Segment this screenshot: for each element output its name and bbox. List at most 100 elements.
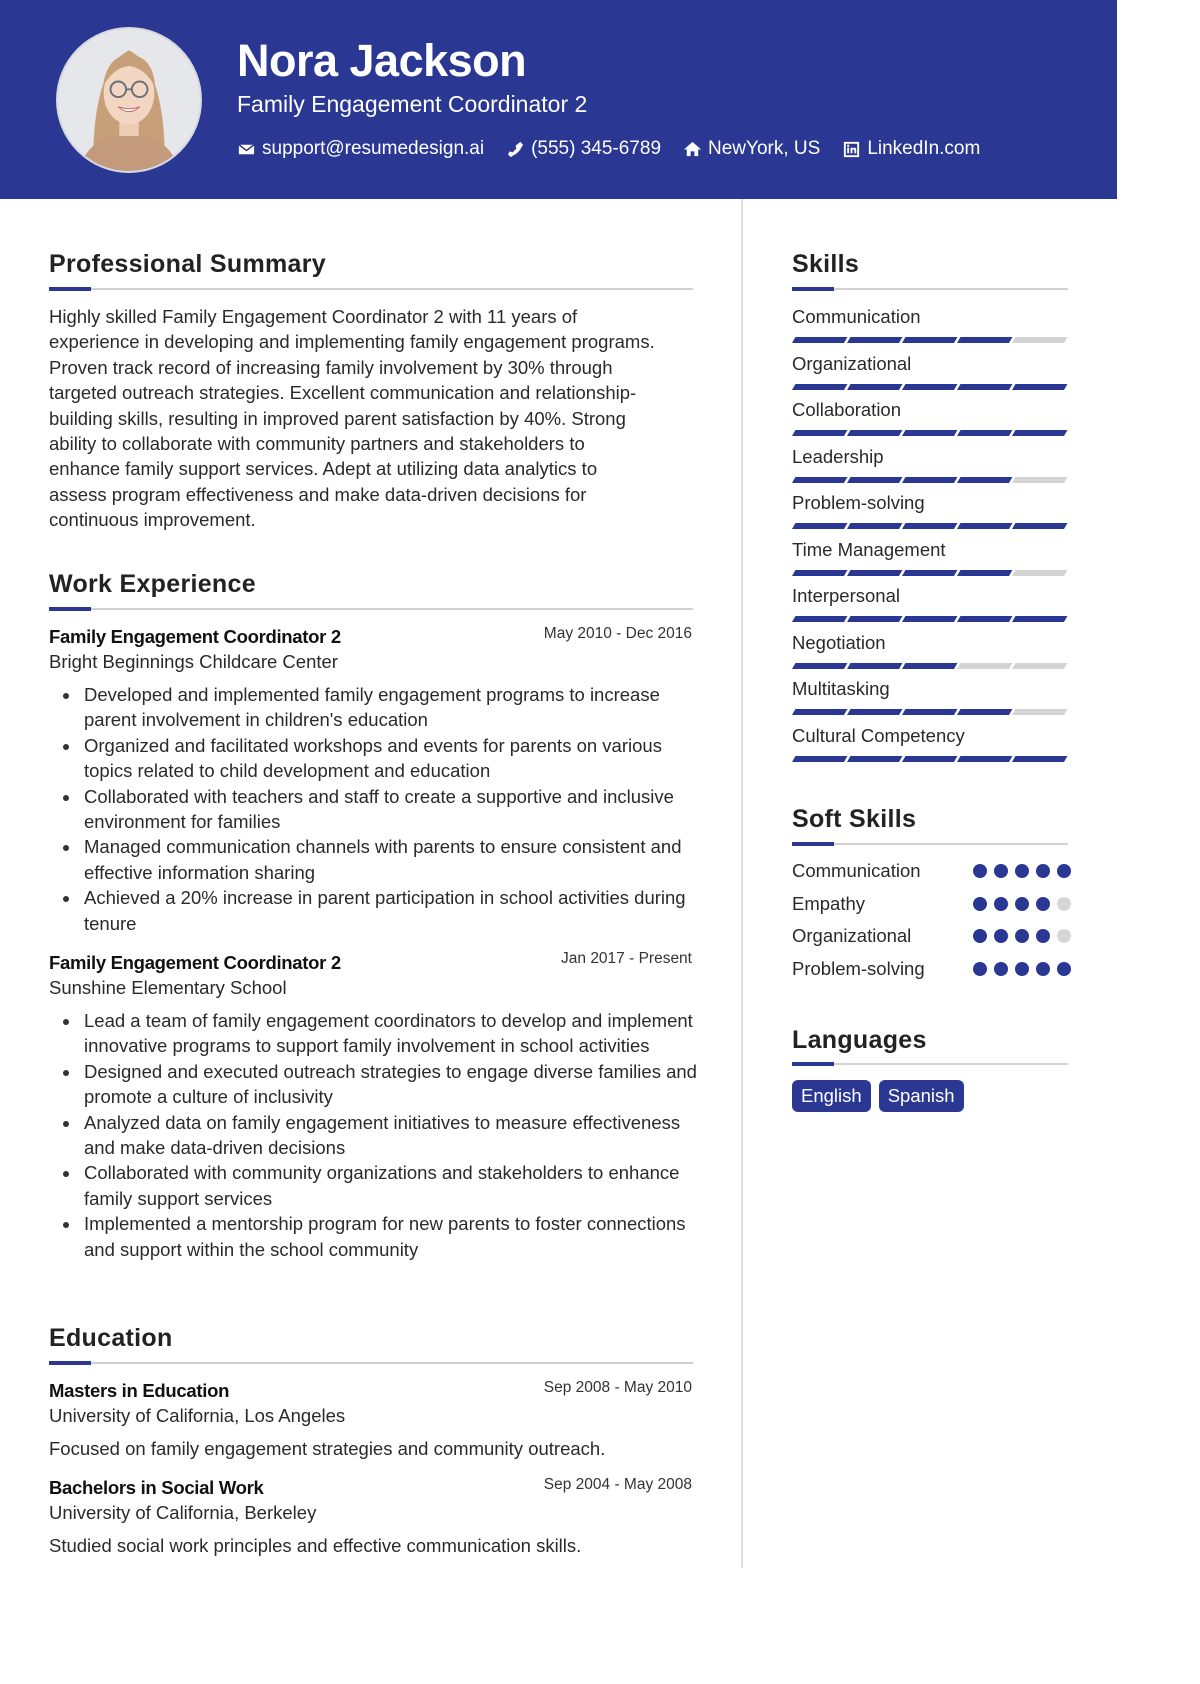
skill-segment-filled bbox=[847, 430, 903, 436]
rating-dot-filled bbox=[1036, 864, 1050, 878]
skill-segment-filled bbox=[792, 383, 848, 390]
skill-segment-filled bbox=[957, 476, 1013, 483]
soft-skill-name: Problem-solving bbox=[792, 958, 925, 980]
skill-segment-filled bbox=[792, 755, 848, 762]
job-bullets: Lead a team of family engagement coordin… bbox=[49, 1008, 709, 1262]
rating-dot-filled bbox=[973, 962, 987, 977]
job-dates: Jan 2017 - Present bbox=[561, 950, 692, 967]
summary-line: continuous improvement. bbox=[49, 509, 256, 531]
job-bullet: Developed and implemented family engagem… bbox=[49, 682, 709, 733]
skill-segment-filled bbox=[847, 709, 903, 715]
job-bullet: Managed communication channels with pare… bbox=[49, 834, 709, 885]
skill-segment-filled bbox=[847, 337, 903, 343]
rating-dot-filled bbox=[1057, 962, 1071, 977]
language-badge: Spanish bbox=[878, 1080, 964, 1112]
skill-segment-empty bbox=[1012, 476, 1068, 483]
summary-line: Highly skilled Family Engagement Coordin… bbox=[49, 306, 578, 327]
skill-segment-filled bbox=[1012, 616, 1068, 622]
skill-name: Negotiation bbox=[792, 631, 886, 653]
skill-segment-filled bbox=[792, 476, 848, 483]
job-bullet: Achieved a 20% increase in parent partic… bbox=[49, 885, 709, 936]
summary-line: Proven track record of increasing family… bbox=[49, 356, 613, 378]
skill-segment-filled bbox=[902, 755, 958, 762]
experience-accent bbox=[49, 607, 91, 611]
skill-segment-filled bbox=[792, 337, 848, 343]
soft-skills-heading: Soft Skills bbox=[792, 805, 917, 833]
skill-segment-filled bbox=[1012, 430, 1068, 436]
skill-segment-empty bbox=[1012, 662, 1068, 669]
rating-dot-filled bbox=[1036, 929, 1050, 944]
contact-email[interactable]: support@resumedesign.ai bbox=[237, 137, 484, 161]
skill-level-bar bbox=[792, 616, 1068, 622]
languages-list: English Spanish bbox=[792, 1080, 972, 1112]
skill-segment-filled bbox=[847, 616, 903, 622]
skill-name: Time Management bbox=[792, 538, 946, 560]
rating-dot-empty bbox=[1057, 896, 1071, 911]
rating-dot-filled bbox=[1036, 962, 1050, 977]
skill-level-bar bbox=[792, 755, 1068, 762]
skill-name: Multitasking bbox=[792, 678, 890, 699]
skill-segment-filled bbox=[1012, 523, 1068, 529]
skill-segment-filled bbox=[902, 337, 958, 343]
skill-segment-filled bbox=[957, 569, 1013, 576]
skill-segment-filled bbox=[902, 616, 958, 622]
skill-name: Collaboration bbox=[792, 399, 902, 420]
skill-name: Organizational bbox=[792, 352, 912, 374]
home-icon bbox=[683, 141, 702, 156]
candidate-role: Family Engagement Coordinator 2 bbox=[237, 91, 588, 117]
language-badge: English bbox=[792, 1080, 871, 1112]
skill-segment-filled bbox=[902, 476, 958, 483]
skills-heading: Skills bbox=[792, 250, 860, 278]
rating-dot-filled bbox=[973, 896, 987, 911]
skill-segment-filled bbox=[847, 523, 903, 529]
job-bullet: Lead a team of family engagement coordin… bbox=[49, 1008, 709, 1059]
languages-accent bbox=[792, 1062, 834, 1066]
job-bullet: Collaborated with teachers and staff to … bbox=[49, 784, 709, 835]
summary-line: assess program effectiveness and make da… bbox=[49, 483, 587, 505]
soft-skills-accent bbox=[792, 842, 834, 846]
skill-segment-filled bbox=[792, 662, 848, 669]
degree-dates: Sep 2008 - May 2010 bbox=[543, 1379, 692, 1396]
education-accent bbox=[49, 1361, 91, 1365]
contact-email-text: support@resumedesign.ai bbox=[262, 138, 485, 159]
skill-segment-filled bbox=[792, 569, 848, 576]
skill-level-bar bbox=[792, 569, 1068, 576]
skill-level-bar bbox=[792, 662, 1068, 669]
skill-segment-empty bbox=[1012, 709, 1068, 715]
rating-dot-filled bbox=[973, 864, 987, 878]
contact-phone[interactable]: (555) 345-6789 bbox=[506, 137, 661, 161]
soft-skill-rating bbox=[973, 864, 1078, 878]
education-rule bbox=[49, 1362, 693, 1364]
degree-title: Bachelors in Social Work bbox=[49, 1477, 264, 1498]
skill-level-bar bbox=[792, 523, 1068, 529]
degree-dates: Sep 2004 - May 2008 bbox=[543, 1476, 692, 1493]
job-bullet: Collaborated with community organization… bbox=[49, 1160, 709, 1211]
skill-segment-filled bbox=[902, 383, 958, 390]
candidate-name: Nora Jackson bbox=[237, 35, 527, 86]
skill-segment-filled bbox=[957, 755, 1013, 762]
rating-dot-filled bbox=[1015, 864, 1029, 878]
soft-skill-rating bbox=[973, 929, 1078, 944]
skill-segment-empty bbox=[1012, 337, 1068, 343]
summary-line: building skills, resulting in improved p… bbox=[49, 407, 626, 429]
summary-text: Highly skilled Family Engagement Coordin… bbox=[49, 304, 709, 533]
linkedin-icon bbox=[844, 141, 860, 157]
summary-line: enhance family support services. Adept a… bbox=[49, 458, 598, 480]
profile-photo bbox=[56, 27, 202, 173]
school-name: University of California, Berkeley bbox=[49, 1502, 317, 1523]
job-bullet: Implemented a mentorship program for new… bbox=[49, 1211, 709, 1262]
experience-rule bbox=[49, 608, 693, 610]
job-bullet: Designed and executed outreach strategie… bbox=[49, 1059, 709, 1110]
skill-name: Cultural Competency bbox=[792, 724, 965, 746]
skill-name: Leadership bbox=[792, 445, 884, 467]
skill-level-bar bbox=[792, 476, 1068, 483]
skill-segment-filled bbox=[902, 523, 958, 529]
rating-dot-filled bbox=[1036, 896, 1050, 911]
soft-skill-rating bbox=[973, 896, 1078, 911]
skill-name: Problem-solving bbox=[792, 492, 925, 513]
rating-dot-filled bbox=[994, 929, 1008, 944]
skill-segment-filled bbox=[902, 569, 958, 576]
summary-accent bbox=[49, 287, 91, 291]
skill-segment-filled bbox=[957, 616, 1013, 622]
contact-linkedin[interactable]: LinkedIn.com bbox=[842, 137, 980, 161]
